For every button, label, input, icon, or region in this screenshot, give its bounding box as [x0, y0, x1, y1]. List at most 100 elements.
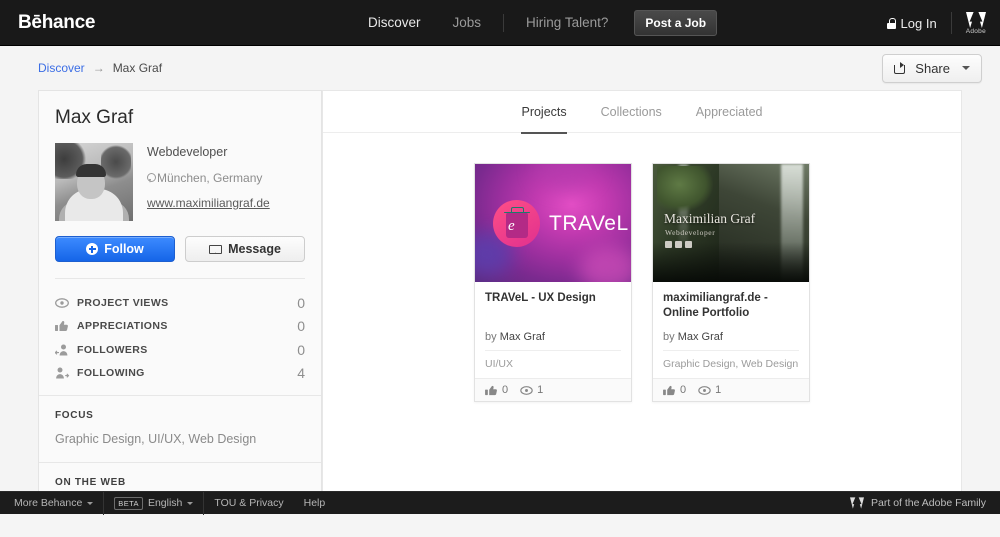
nav-link-discover[interactable]: Discover — [352, 0, 437, 46]
plus-circle-icon — [86, 243, 99, 255]
project-title[interactable]: TRAVeL - UX Design — [485, 291, 621, 321]
stat-value: 0 — [297, 318, 305, 335]
nav-link-jobs[interactable]: Jobs — [437, 0, 498, 46]
primary-nav: Discover Jobs Hiring Talent? Post a Job — [352, 0, 718, 46]
project-author-row: by Max Graf — [485, 331, 621, 343]
stat-value: 4 — [297, 365, 305, 382]
thumbs-up-icon — [485, 385, 498, 396]
by-prefix: by — [663, 331, 675, 343]
travel-mark-letter: e — [508, 218, 515, 234]
log-in-button[interactable]: Log In — [886, 15, 937, 31]
portfolio-hero-subtitle: Webdeveloper — [665, 228, 716, 237]
stat-label: FOLLOWING — [77, 367, 145, 380]
project-card-body: maximiliangraf.de - Online Portfolio by … — [653, 282, 809, 378]
tab-appreciated[interactable]: Appreciated — [679, 91, 780, 133]
more-behance-label: More Behance — [14, 497, 83, 509]
tab-collections[interactable]: Collections — [584, 91, 679, 133]
profile-website-link[interactable]: www.maximiliangraf.de — [147, 196, 270, 210]
stat-label: FOLLOWERS — [77, 343, 148, 356]
footer-bar: More Behance BETA English TOU & Privacy … — [0, 491, 1000, 515]
language-label: English — [147, 497, 183, 509]
project-author[interactable]: Max Graf — [500, 331, 545, 343]
profile-stats: PROJECT VIEWS 0 APPRECIATIONS 0 FOLLOWER… — [39, 279, 321, 395]
thumb-foliage — [657, 166, 713, 212]
share-label: Share — [915, 60, 950, 76]
project-tags: Graphic Design, Web Design — [663, 350, 799, 378]
language-menu[interactable]: BETA English — [104, 496, 203, 510]
views-group[interactable]: 1 — [520, 384, 543, 396]
stat-row-followers: FOLLOWERS 0 — [55, 338, 305, 362]
post-a-job-button[interactable]: Post a Job — [634, 10, 718, 36]
social-square-icon — [685, 241, 692, 248]
project-card[interactable]: Maximilian Graf Webdeveloper maximiliang… — [652, 163, 810, 402]
appreciations-count: 0 — [502, 384, 509, 396]
breadcrumb: Discover → Max Graf — [38, 61, 162, 75]
project-author-row: by Max Graf — [663, 331, 799, 343]
views-count: 1 — [537, 384, 544, 396]
adobe-triangle-icon — [850, 497, 865, 509]
profile-location: München, Germany — [147, 171, 270, 185]
following-icon — [55, 367, 77, 379]
stat-row-following: FOLLOWING 4 — [55, 362, 305, 386]
breadcrumb-row: Discover → Max Graf Share — [0, 46, 1000, 90]
stat-value: 0 — [297, 294, 305, 311]
profile-tabs: Projects Collections Appreciated — [323, 91, 961, 134]
adobe-logo[interactable]: Adobe — [965, 11, 986, 35]
share-button[interactable]: Share — [882, 53, 982, 83]
behance-logo[interactable]: Bēhance — [18, 12, 95, 34]
log-in-label: Log In — [900, 15, 937, 31]
more-behance-menu[interactable]: More Behance — [0, 497, 103, 509]
profile-header: Max Graf Webdeveloper München, Germany w… — [39, 91, 321, 279]
views-group[interactable]: 1 — [698, 384, 721, 396]
project-title[interactable]: maximiliangraf.de - Online Portfolio — [663, 291, 799, 321]
focus-section: FOCUS Graphic Design, UI/UX, Web Design — [39, 396, 321, 462]
social-square-icon — [665, 241, 672, 248]
content-columns: Max Graf Webdeveloper München, Germany w… — [0, 90, 1000, 514]
stat-row-appreciations: APPRECIATIONS 0 — [55, 315, 305, 339]
lock-icon — [886, 17, 896, 29]
thumbs-up-icon — [55, 320, 77, 332]
profile-sidebar: Max Graf Webdeveloper München, Germany w… — [38, 90, 322, 514]
profile-identity-row: Webdeveloper München, Germany www.maximi… — [55, 143, 305, 221]
adobe-wordmark: Adobe — [965, 27, 986, 35]
eye-icon — [698, 385, 711, 395]
stat-value: 0 — [297, 341, 305, 358]
adobe-family-label: Part of the Adobe Family — [871, 497, 986, 509]
stat-row-project-views: PROJECT VIEWS 0 — [55, 291, 305, 315]
breadcrumb-discover-link[interactable]: Discover — [38, 61, 85, 75]
by-prefix: by — [485, 331, 497, 343]
eye-icon — [520, 385, 533, 395]
project-card-footer: 0 1 — [653, 378, 809, 401]
project-thumbnail[interactable]: Maximilian Graf Webdeveloper — [653, 164, 809, 282]
avatar[interactable] — [55, 143, 133, 221]
project-thumbnail[interactable]: e TRAVeL — [475, 164, 631, 282]
profile-role: Webdeveloper — [147, 145, 228, 159]
envelope-icon — [209, 244, 223, 254]
profile-name: Max Graf — [55, 107, 134, 128]
message-button[interactable]: Message — [185, 236, 305, 262]
appreciations-group[interactable]: 0 — [663, 384, 686, 396]
project-card[interactable]: e TRAVeL TRAVeL - UX Design by Max Graf … — [474, 163, 632, 402]
nav-link-hiring-talent[interactable]: Hiring Talent? — [510, 0, 624, 46]
location-pin-icon — [147, 173, 156, 183]
page-body: Discover → Max Graf Share Max Graf Webde… — [0, 46, 1000, 515]
views-count: 1 — [715, 384, 722, 396]
breadcrumb-current: Max Graf — [112, 61, 163, 75]
help-link[interactable]: Help — [294, 497, 336, 509]
tab-projects[interactable]: Projects — [504, 91, 583, 134]
top-navigation-bar: Bēhance Discover Jobs Hiring Talent? Pos… — [0, 0, 1000, 46]
tou-privacy-link[interactable]: TOU & Privacy — [204, 497, 293, 509]
portfolio-hero-social-icons — [665, 241, 692, 248]
follow-button[interactable]: Follow — [55, 236, 175, 262]
project-author[interactable]: Max Graf — [678, 331, 723, 343]
profile-meta: Webdeveloper München, Germany www.maximi… — [147, 143, 270, 221]
on-the-web-title: ON THE WEB — [55, 477, 126, 488]
main-panel: Projects Collections Appreciated e TRAVe… — [322, 90, 962, 514]
appreciations-group[interactable]: 0 — [485, 384, 508, 396]
follow-label: Follow — [104, 242, 144, 256]
focus-body: Graphic Design, UI/UX, Web Design — [55, 432, 257, 446]
profile-actions: Follow Message — [55, 236, 305, 262]
breadcrumb-arrow-icon: → — [92, 61, 105, 75]
social-square-icon — [675, 241, 682, 248]
nav-divider — [503, 14, 505, 32]
